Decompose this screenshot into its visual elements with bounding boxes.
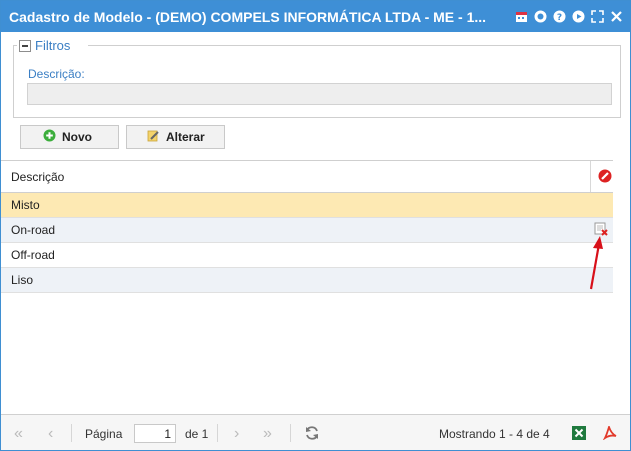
page-total-label: de 1 xyxy=(185,427,209,441)
plus-icon xyxy=(43,129,56,145)
maximize-icon[interactable] xyxy=(590,9,605,24)
pdf-export-icon[interactable] xyxy=(602,424,618,443)
svg-text:?: ? xyxy=(557,13,562,23)
collapse-icon[interactable] xyxy=(19,39,31,52)
window-title: Cadastro de Modelo - (DEMO) COMPELS INFO… xyxy=(9,9,487,25)
filters-fieldset xyxy=(13,45,621,118)
help-icon[interactable]: ? xyxy=(552,9,567,24)
modal-window: Cadastro de Modelo - (DEMO) COMPELS INFO… xyxy=(0,0,631,451)
page-label: Página xyxy=(85,427,123,441)
excel-export-icon[interactable] xyxy=(572,426,586,443)
toolbar-separator xyxy=(71,424,72,442)
last-page-icon[interactable]: » xyxy=(263,425,272,443)
toolbar-separator xyxy=(217,424,218,442)
records-summary: Mostrando 1 - 4 de 4 xyxy=(439,427,550,441)
calendar-icon[interactable] xyxy=(514,9,529,24)
toolbar-separator xyxy=(290,424,291,442)
new-button[interactable]: Novo xyxy=(20,125,119,149)
grid-header: Descrição xyxy=(1,161,613,193)
table-row[interactable]: Off-road xyxy=(1,243,613,268)
row-description: Liso xyxy=(11,273,34,287)
annotation-arrow xyxy=(589,236,603,290)
row-description: Misto xyxy=(11,198,40,212)
table-row[interactable]: On-road xyxy=(1,218,613,243)
column-divider xyxy=(590,161,591,192)
filters-legend-label: Filtros xyxy=(35,38,71,53)
table-row[interactable]: Misto xyxy=(1,193,613,218)
row-description: On-road xyxy=(11,223,56,237)
filters-legend[interactable]: Filtros xyxy=(17,38,73,53)
camera-icon[interactable] xyxy=(533,9,548,24)
title-bar[interactable]: Cadastro de Modelo - (DEMO) COMPELS INFO… xyxy=(1,1,630,32)
description-input[interactable] xyxy=(27,83,612,105)
column-header-description[interactable]: Descrição xyxy=(11,170,64,184)
models-grid: Descrição Misto On-road Off-road Liso xyxy=(1,160,613,293)
paging-toolbar: « ‹ Página 1 de 1 › » Mostrando 1 - 4 de… xyxy=(1,414,630,450)
pencil-icon xyxy=(147,129,160,145)
new-button-label: Novo xyxy=(62,130,92,144)
table-row[interactable]: Liso xyxy=(1,268,613,293)
first-page-icon[interactable]: « xyxy=(14,425,23,443)
row-description: Off-road xyxy=(11,248,55,262)
refresh-icon[interactable] xyxy=(304,425,320,444)
title-tools: ? xyxy=(514,9,624,24)
play-icon[interactable] xyxy=(571,9,586,24)
edit-button[interactable]: Alterar xyxy=(126,125,225,149)
previous-page-icon[interactable]: ‹ xyxy=(48,425,53,443)
delete-column-icon xyxy=(598,169,612,186)
description-label: Descrição: xyxy=(28,67,85,81)
edit-button-label: Alterar xyxy=(166,130,205,144)
grid-scrollbar[interactable] xyxy=(613,160,630,413)
page-number-input[interactable]: 1 xyxy=(134,424,176,443)
next-page-icon[interactable]: › xyxy=(234,425,239,443)
close-icon[interactable] xyxy=(609,9,624,24)
